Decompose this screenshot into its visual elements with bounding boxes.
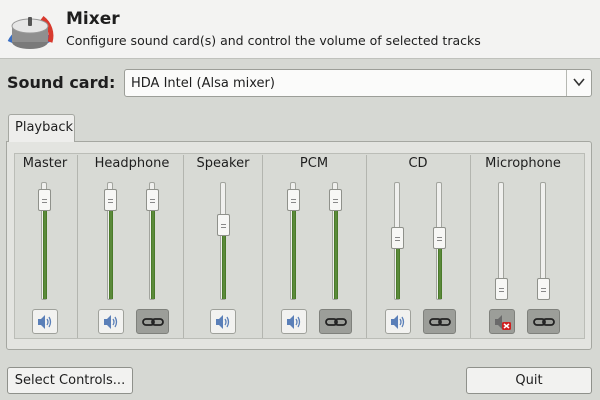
group-label-cd: CD [408, 156, 428, 171]
dropdown-arrow[interactable] [566, 70, 591, 96]
speaker-icon [104, 315, 118, 329]
microphone-link-button[interactable] [527, 309, 560, 334]
slider-handle[interactable] [391, 227, 404, 250]
slider-handle[interactable] [495, 278, 508, 300]
slider-handle[interactable] [537, 278, 550, 300]
slider-handle[interactable] [287, 188, 300, 211]
group-separator [77, 155, 78, 338]
level-fill [292, 198, 296, 299]
group-label-microphone: Microphone [485, 156, 561, 171]
group-separator [470, 155, 471, 338]
link-icon [533, 318, 555, 326]
group-separator [366, 155, 367, 338]
cd-mute-button[interactable] [385, 309, 411, 334]
select-controls-label: Select Controls... [14, 373, 126, 388]
group-label-headphone: Headphone [94, 156, 170, 171]
headphone-mute-button[interactable] [98, 309, 124, 334]
group-separator [183, 155, 184, 338]
link-icon [325, 318, 347, 326]
chevron-down-icon [573, 78, 585, 87]
quit-label: Quit [515, 373, 543, 388]
group-label-master: Master [22, 156, 68, 171]
speaker-icon [216, 315, 230, 329]
pcm-link-button[interactable] [319, 309, 352, 334]
cd-link-button[interactable] [423, 309, 456, 334]
group-label-speaker: Speaker [196, 156, 250, 171]
slider-handle[interactable] [217, 213, 230, 236]
level-fill [109, 198, 113, 299]
level-fill [334, 198, 338, 299]
speaker-muted-icon [495, 315, 511, 330]
master-mute-button[interactable] [32, 309, 58, 334]
slider-handle[interactable] [104, 188, 117, 211]
pcm-mute-button[interactable] [281, 309, 307, 334]
group-separator [262, 155, 263, 338]
speaker-slider[interactable] [220, 182, 226, 300]
speaker-icon [287, 315, 301, 329]
microphone-mute-button[interactable] [489, 309, 515, 334]
quit-button[interactable]: Quit [466, 367, 592, 394]
header: Mixer Configure sound card(s) and contro… [0, 0, 600, 59]
slider-handle[interactable] [146, 188, 159, 211]
select-controls-button[interactable]: Select Controls... [7, 367, 133, 394]
headphone-link-button[interactable] [136, 309, 169, 334]
level-fill [151, 198, 155, 299]
mixer-knob-icon [7, 15, 54, 49]
tab-playback[interactable]: Playback [8, 114, 75, 142]
link-icon [429, 318, 451, 326]
slider-handle[interactable] [38, 188, 51, 211]
speaker-icon [38, 315, 52, 329]
sound-card-label: Sound card: [7, 73, 116, 92]
slider-handle[interactable] [433, 227, 446, 250]
app-subtitle: Configure sound card(s) and control the … [66, 33, 481, 48]
slider-handle[interactable] [329, 188, 342, 211]
app-title: Mixer [66, 9, 120, 29]
speaker-mute-button[interactable] [210, 309, 236, 334]
group-label-pcm: PCM [299, 156, 329, 171]
link-icon [142, 318, 164, 326]
sound-card-select[interactable]: HDA Intel (Alsa mixer) [124, 69, 592, 97]
sound-card-value: HDA Intel (Alsa mixer) [131, 76, 275, 91]
speaker-icon [391, 315, 405, 329]
tab-playback-label: Playback [15, 120, 74, 135]
level-fill [43, 198, 47, 299]
